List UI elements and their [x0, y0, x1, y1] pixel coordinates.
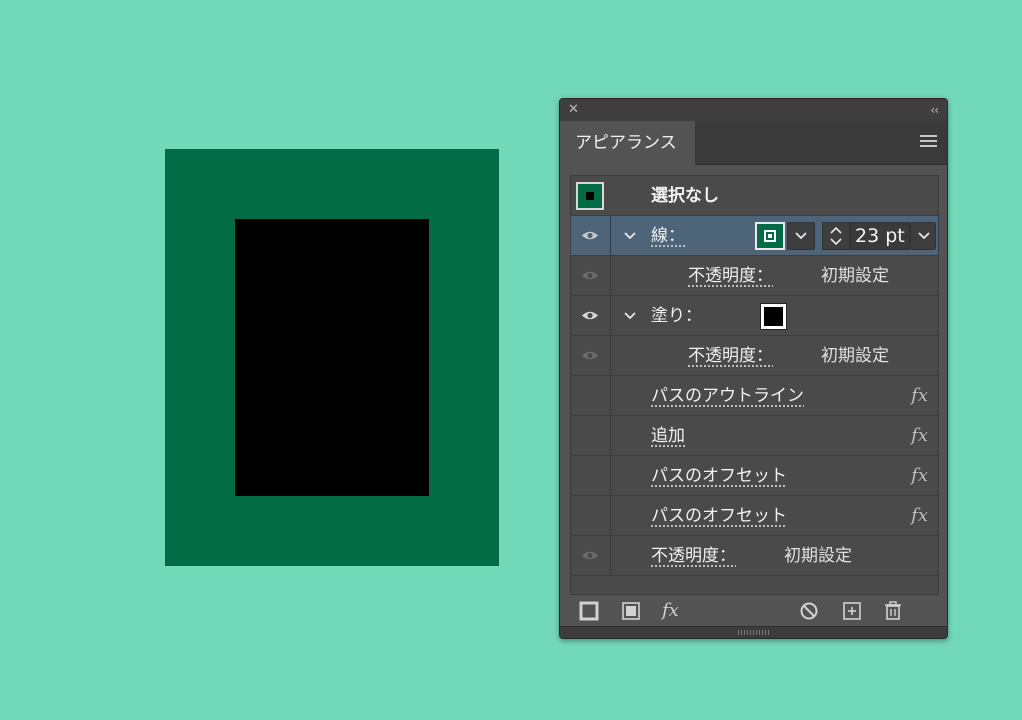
eye-icon[interactable] [581, 350, 599, 361]
stroke-color-dropdown[interactable] [787, 222, 815, 250]
eye-icon[interactable] [581, 270, 599, 281]
list-item-header[interactable]: 選択なし [571, 176, 938, 216]
new-stroke-icon[interactable] [578, 600, 600, 622]
opacity-value: 初期設定 [821, 266, 889, 286]
tab-appearance[interactable]: アピアランス [560, 121, 695, 165]
opacity-label[interactable]: 不透明度： [688, 256, 773, 296]
object-thumbnail [576, 182, 604, 210]
stroke-weight-field[interactable]: 23 pt [850, 222, 910, 250]
fx-icon[interactable]: fx [911, 376, 928, 416]
visibility-toggle[interactable] [571, 216, 611, 256]
artwork-outer-rect[interactable] [165, 149, 499, 566]
menu-icon[interactable] [920, 135, 937, 149]
stroke-weight-dropdown[interactable] [910, 222, 936, 250]
visibility-toggle[interactable] [571, 376, 611, 416]
effect-label[interactable]: 追加 [651, 416, 685, 456]
list-item-effect[interactable]: 追加 fx [571, 416, 938, 456]
visibility-toggle[interactable] [571, 296, 611, 336]
close-icon[interactable]: ✕ [568, 102, 579, 118]
fx-icon[interactable]: fx [911, 416, 928, 456]
fx-icon[interactable]: fx [911, 456, 928, 496]
opacity-label[interactable]: 不透明度： [688, 336, 773, 376]
opacity-value: 初期設定 [784, 546, 852, 566]
stroke-swatch-icon[interactable] [755, 222, 785, 250]
stroke-label[interactable]: 線： [651, 216, 685, 256]
visibility-toggle[interactable] [571, 536, 611, 576]
new-fill-icon[interactable] [620, 600, 642, 622]
add-effect-icon[interactable]: fx [662, 600, 684, 622]
artwork-inner-rect[interactable] [235, 219, 429, 496]
list-item-fill-opacity[interactable]: 不透明度： 初期設定 [571, 336, 938, 376]
list-item-stroke-opacity[interactable]: 不透明度： 初期設定 [571, 256, 938, 296]
visibility-toggle[interactable] [571, 256, 611, 296]
visibility-toggle[interactable] [571, 496, 611, 536]
list-item-effect[interactable]: パスのオフセット fx [571, 456, 938, 496]
list-item-effect[interactable]: パスのオフセット fx [571, 496, 938, 536]
eye-icon[interactable] [581, 230, 599, 241]
opacity-value: 初期設定 [821, 346, 889, 366]
effect-label[interactable]: パスのアウトライン [651, 376, 804, 416]
clear-appearance-icon[interactable] [798, 600, 820, 622]
trash-icon[interactable] [882, 600, 904, 622]
eye-icon[interactable] [581, 310, 599, 321]
list-item-effect[interactable]: パスのアウトライン fx [571, 376, 938, 416]
fx-icon[interactable]: fx [911, 496, 928, 536]
effect-label[interactable]: パスのオフセット [651, 496, 787, 536]
visibility-toggle[interactable] [571, 416, 611, 456]
panel-titlebar[interactable]: ✕ ‹‹ [560, 99, 947, 121]
list-item-stroke[interactable]: 線： 23 pt [571, 216, 938, 256]
chevron-down-icon[interactable] [623, 228, 637, 242]
selection-label: 選択なし [651, 186, 719, 206]
appearance-list: 選択なし 線： 23 pt 不透明度： 初期設定 塗り： 不透明度： 初期設定 … [570, 175, 939, 595]
list-item-opacity[interactable]: 不透明度： 初期設定 [571, 536, 938, 576]
panel-footer: fx [560, 596, 947, 626]
fill-label[interactable]: 塗り： [651, 296, 702, 336]
visibility-toggle[interactable] [571, 336, 611, 376]
fill-swatch-icon[interactable] [760, 303, 787, 330]
appearance-panel: ✕ ‹‹ アピアランス 選択なし 線： 23 pt 不透明度： 初期設定 塗り：… [559, 98, 948, 639]
list-item-fill[interactable]: 塗り： [571, 296, 938, 336]
eye-icon[interactable] [581, 550, 599, 561]
duplicate-icon[interactable] [841, 600, 863, 622]
chevron-down-icon[interactable] [623, 308, 637, 322]
panel-tabbar: アピアランス [560, 121, 947, 165]
resize-grip[interactable] [560, 626, 947, 638]
collapse-icon[interactable]: ‹‹ [930, 102, 939, 118]
stepper-icon[interactable] [822, 222, 850, 250]
visibility-toggle[interactable] [571, 456, 611, 496]
effect-label[interactable]: パスのオフセット [651, 456, 787, 496]
opacity-label[interactable]: 不透明度： [651, 536, 736, 576]
